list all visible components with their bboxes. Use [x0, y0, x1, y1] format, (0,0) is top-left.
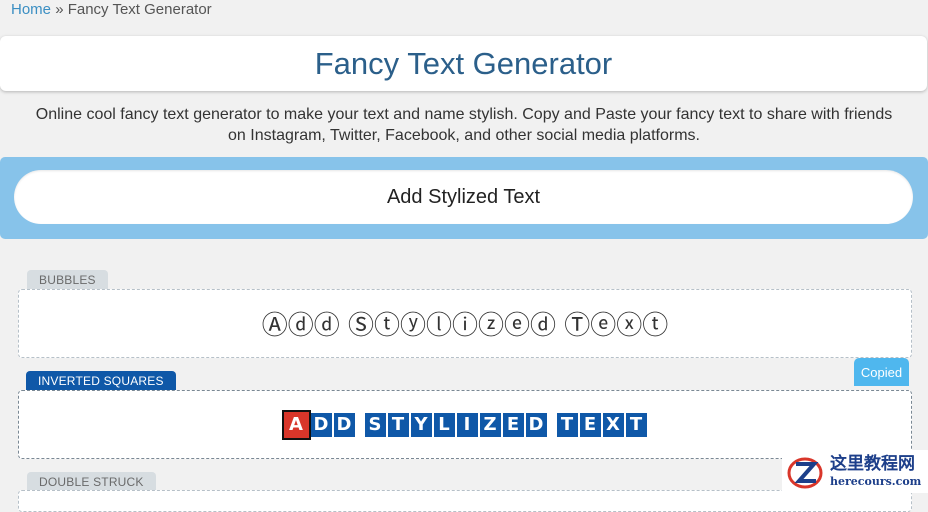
bubbles-output-text: Ⓐⓓⓓ Ⓢⓣⓨⓛⓘⓩⓔⓓ Ⓣⓔⓧⓣ: [261, 311, 669, 341]
breadcrumb-separator: »: [55, 1, 64, 18]
inverted-square-letter: S: [364, 412, 386, 437]
page-title: Fancy Text Generator: [314, 45, 613, 81]
inverted-square-letter: A: [281, 409, 311, 440]
inverted-square-letter: X: [602, 412, 624, 437]
inverted-squares-output-text: ADDSTYLIZEDTEXT: [281, 409, 647, 440]
style-label-double-struck: DOUBLE STRUCK: [27, 472, 156, 491]
inverted-square-letter: E: [579, 412, 601, 437]
description-line-1: Online cool fancy text generator to make…: [35, 106, 893, 123]
inverted-square-letter: D: [310, 412, 332, 437]
style-output-inverted-squares[interactable]: ADDSTYLIZEDTEXT: [18, 390, 912, 459]
style-label-inverted-squares: INVERTED SQUARES: [26, 371, 176, 390]
inverted-square-letter: T: [387, 412, 409, 437]
watermark-logo-icon: [787, 457, 823, 488]
style-output-double-struck[interactable]: [18, 490, 912, 512]
inverted-square-letter: I: [456, 412, 478, 437]
page-description: Online cool fancy text generator to make…: [0, 104, 928, 146]
description-line-2: on Instagram, Twitter, Facebook, and oth…: [228, 127, 700, 144]
inverted-square-letter: D: [525, 412, 547, 437]
inverted-square-letter: Z: [479, 412, 501, 437]
copied-badge: Copied: [854, 358, 909, 386]
text-input[interactable]: Add Stylized Text: [14, 170, 913, 224]
title-card: Fancy Text Generator: [0, 36, 927, 91]
breadcrumb-current: Fancy Text Generator: [67, 1, 212, 18]
inverted-square-letter: D: [333, 412, 355, 437]
inverted-square-letter: E: [502, 412, 524, 437]
breadcrumb: Home » Fancy Text Generator: [11, 1, 212, 18]
inverted-square-letter: T: [625, 412, 647, 437]
style-output-bubbles[interactable]: Ⓐⓓⓓ Ⓢⓣⓨⓛⓘⓩⓔⓓ Ⓣⓔⓧⓣ: [18, 289, 912, 358]
watermark-domain-text: herecours.com: [830, 475, 922, 488]
watermark: 这里教程网 herecours.com: [782, 450, 928, 493]
watermark-chinese-text: 这里教程网: [830, 454, 915, 474]
inverted-square-letter: L: [433, 412, 455, 437]
inverted-square-letter: T: [556, 412, 578, 437]
input-panel: Add Stylized Text: [0, 157, 928, 239]
inverted-square-letter: Y: [410, 412, 432, 437]
style-label-bubbles: BUBBLES: [27, 270, 108, 289]
breadcrumb-home-link[interactable]: Home: [11, 1, 51, 18]
